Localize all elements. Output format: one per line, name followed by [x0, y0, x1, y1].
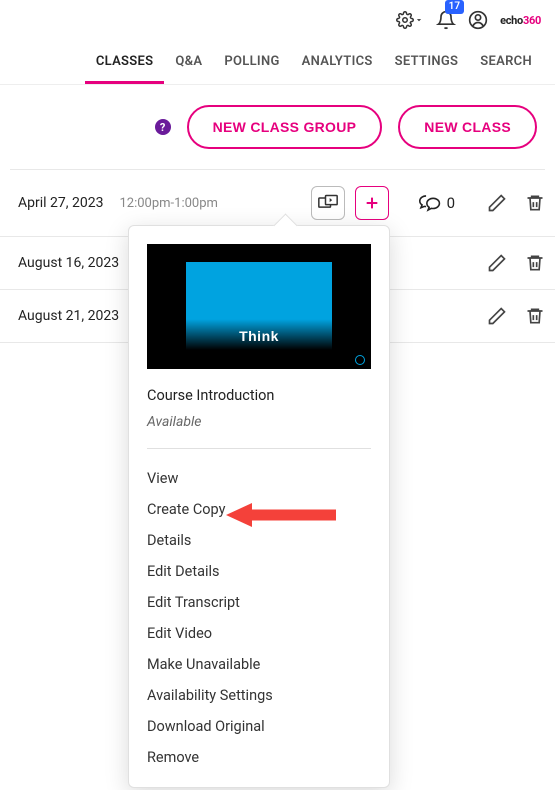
class-time: 12:00pm-1:00pm: [119, 196, 217, 211]
tab-classes[interactable]: CLASSES: [85, 40, 165, 84]
new-class-button[interactable]: NEW CLASS: [398, 105, 537, 149]
annotation-arrow: [226, 502, 336, 532]
notifications-button[interactable]: 17: [436, 10, 456, 30]
tab-settings[interactable]: SETTINGS: [384, 40, 470, 84]
comments-icon: [419, 194, 441, 212]
media-icon: [318, 194, 338, 212]
thumbnail-indicator-icon: [355, 355, 365, 365]
top-bar: 17 echo360: [0, 0, 555, 40]
new-class-group-button[interactable]: NEW CLASS GROUP: [187, 105, 383, 149]
delete-icon[interactable]: [525, 306, 545, 326]
menu-make-unavailable[interactable]: Make Unavailable: [147, 649, 371, 680]
edit-icon[interactable]: [487, 306, 507, 326]
class-date: August 21, 2023: [18, 308, 119, 324]
comments-count[interactable]: 0: [419, 194, 455, 212]
delete-icon[interactable]: [525, 253, 545, 273]
user-circle-icon: [468, 10, 488, 30]
comments-number: 0: [447, 194, 455, 212]
thumbnail-text: Think: [239, 328, 279, 344]
help-button[interactable]: ?: [155, 119, 171, 135]
tab-polling[interactable]: POLLING: [213, 40, 290, 84]
tab-search[interactable]: SEARCH: [469, 40, 543, 84]
delete-icon[interactable]: [525, 193, 545, 213]
chevron-down-icon: [414, 15, 424, 25]
media-status: Available: [147, 414, 371, 430]
tab-analytics[interactable]: ANALYTICS: [291, 40, 384, 84]
profile-button[interactable]: [468, 10, 488, 30]
menu-availability-settings[interactable]: Availability Settings: [147, 680, 371, 711]
notification-badge: 17: [445, 0, 464, 14]
menu-edit-video[interactable]: Edit Video: [147, 618, 371, 649]
menu-download-original[interactable]: Download Original: [147, 711, 371, 742]
popover-divider: [147, 448, 371, 449]
brand-logo: echo360: [500, 14, 541, 27]
media-button[interactable]: [311, 186, 345, 220]
nav-tabs: CLASSES Q&A POLLING ANALYTICS SETTINGS S…: [0, 40, 555, 85]
menu-view[interactable]: View: [147, 463, 371, 494]
tab-qa[interactable]: Q&A: [164, 40, 213, 84]
class-date: August 16, 2023: [18, 255, 119, 271]
video-thumbnail[interactable]: Think: [147, 244, 371, 369]
arrow-left-icon: [226, 502, 336, 528]
edit-icon[interactable]: [487, 253, 507, 273]
add-button[interactable]: [355, 186, 389, 220]
class-date: April 27, 2023: [18, 195, 103, 211]
edit-icon[interactable]: [487, 193, 507, 213]
menu-edit-details[interactable]: Edit Details: [147, 556, 371, 587]
plus-icon: [364, 195, 380, 211]
settings-menu[interactable]: [396, 11, 424, 29]
media-title: Course Introduction: [147, 387, 371, 404]
menu-edit-transcript[interactable]: Edit Transcript: [147, 587, 371, 618]
gear-icon: [396, 11, 414, 29]
menu-remove[interactable]: Remove: [147, 742, 371, 773]
action-row: ? NEW CLASS GROUP NEW CLASS: [0, 85, 555, 169]
